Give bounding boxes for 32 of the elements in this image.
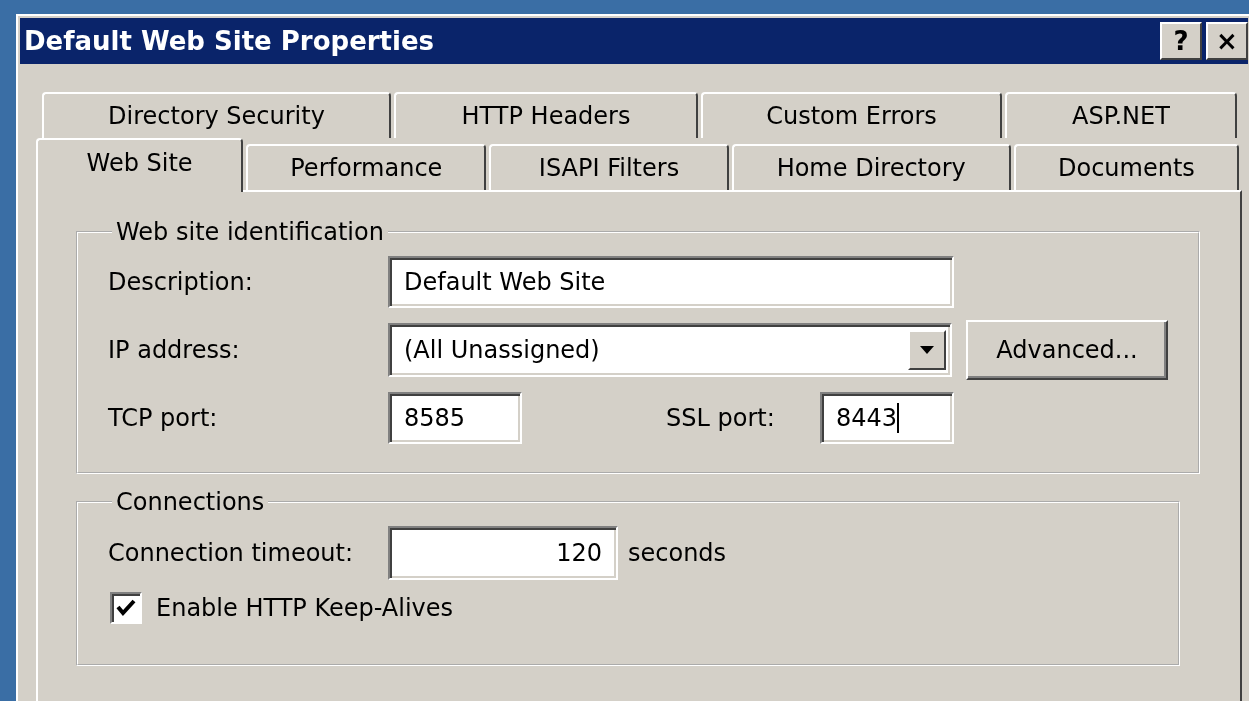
field-label: Connection timeout: — [108, 539, 355, 567]
tab[interactable]: Custom Errors — [701, 92, 1002, 138]
group-title: Web site identification — [115, 218, 385, 246]
check-icon — [116, 599, 136, 617]
group-title: Connections — [115, 488, 266, 516]
ip-address-dropdown[interactable]: (All Unassigned) — [388, 323, 952, 377]
tab[interactable]: ISAPI Filters — [489, 144, 729, 190]
close-button[interactable]: × — [1206, 22, 1248, 60]
checkbox[interactable] — [110, 592, 142, 624]
field-label: SSL port: — [666, 404, 776, 432]
help-button[interactable]: ? — [1160, 22, 1202, 60]
dropdown-button[interactable] — [908, 330, 946, 370]
caret-icon — [920, 346, 934, 354]
tab[interactable]: Web Site — [36, 138, 244, 192]
tab[interactable]: Documents — [1013, 144, 1239, 190]
checkbox-label: Enable HTTP Keep-Alives — [156, 594, 455, 622]
advanced-button[interactable]: Advanced... — [966, 320, 1168, 380]
window-title: Default Web Site Properties — [24, 26, 436, 56]
tab[interactable]: ASP.NET — [1005, 92, 1237, 138]
field-label: IP address: — [108, 336, 241, 364]
timeout-field[interactable]: 120 — [388, 526, 618, 580]
unit-label: seconds — [628, 539, 728, 567]
tab[interactable]: Directory Security — [42, 92, 391, 138]
text-cursor — [897, 403, 900, 433]
tab[interactable]: Home Directory — [731, 144, 1011, 190]
tab[interactable]: HTTP Headers — [394, 92, 698, 138]
description-field[interactable]: Default Web Site — [388, 256, 954, 308]
tab[interactable]: Performance — [246, 144, 487, 190]
field-label: Description: — [108, 268, 254, 296]
tcp-port-field[interactable]: 8585 — [388, 392, 522, 444]
ssl-port-field[interactable]: 8443 — [820, 392, 954, 444]
field-label: TCP port: — [108, 404, 219, 432]
